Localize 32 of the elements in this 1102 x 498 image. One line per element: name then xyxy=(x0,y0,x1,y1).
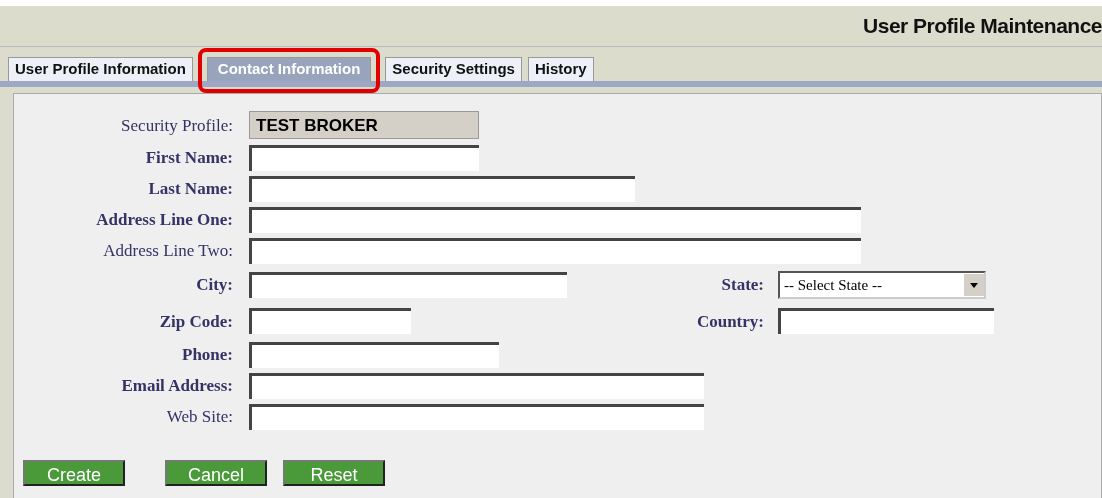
field-label: Address Line Two: xyxy=(102,240,233,262)
field-label: First Name: xyxy=(144,147,233,169)
input-field[interactable] xyxy=(249,372,704,399)
input-field[interactable] xyxy=(249,271,567,298)
tab[interactable]: Security Settings xyxy=(385,57,522,81)
action-button[interactable]: Reset xyxy=(283,460,385,487)
field-label: Web Site: xyxy=(165,406,233,428)
field-label: Email Address: xyxy=(120,375,233,397)
page-title: User Profile Maintenance xyxy=(863,13,1102,40)
field-label: Security Profile: xyxy=(120,114,233,137)
input-field[interactable] xyxy=(249,206,861,233)
input-field[interactable] xyxy=(249,237,861,264)
field-label: State: xyxy=(720,274,764,296)
input-field[interactable] xyxy=(249,144,479,171)
field-label: Phone: xyxy=(181,344,233,366)
action-button[interactable]: Cancel xyxy=(165,460,267,487)
input-field[interactable] xyxy=(249,308,411,334)
field-label: Address Line One: xyxy=(95,209,233,231)
state-dropdown[interactable]: -- Select State -- xyxy=(778,270,986,299)
tab[interactable]: History xyxy=(527,57,594,81)
input-field[interactable] xyxy=(249,175,635,202)
input-field[interactable] xyxy=(249,341,499,368)
action-button[interactable]: Create xyxy=(23,460,125,487)
input-field[interactable] xyxy=(249,403,704,430)
caret-icon xyxy=(964,273,984,296)
tab[interactable]: User Profile Information xyxy=(8,57,193,81)
readonly-field: TEST BROKER xyxy=(249,111,479,140)
field-label: Zip Code: xyxy=(158,310,233,333)
field-label: City: xyxy=(195,274,233,296)
field-label: Country: xyxy=(695,310,764,333)
field-label: Last Name: xyxy=(147,178,233,200)
input-field[interactable] xyxy=(778,308,994,335)
